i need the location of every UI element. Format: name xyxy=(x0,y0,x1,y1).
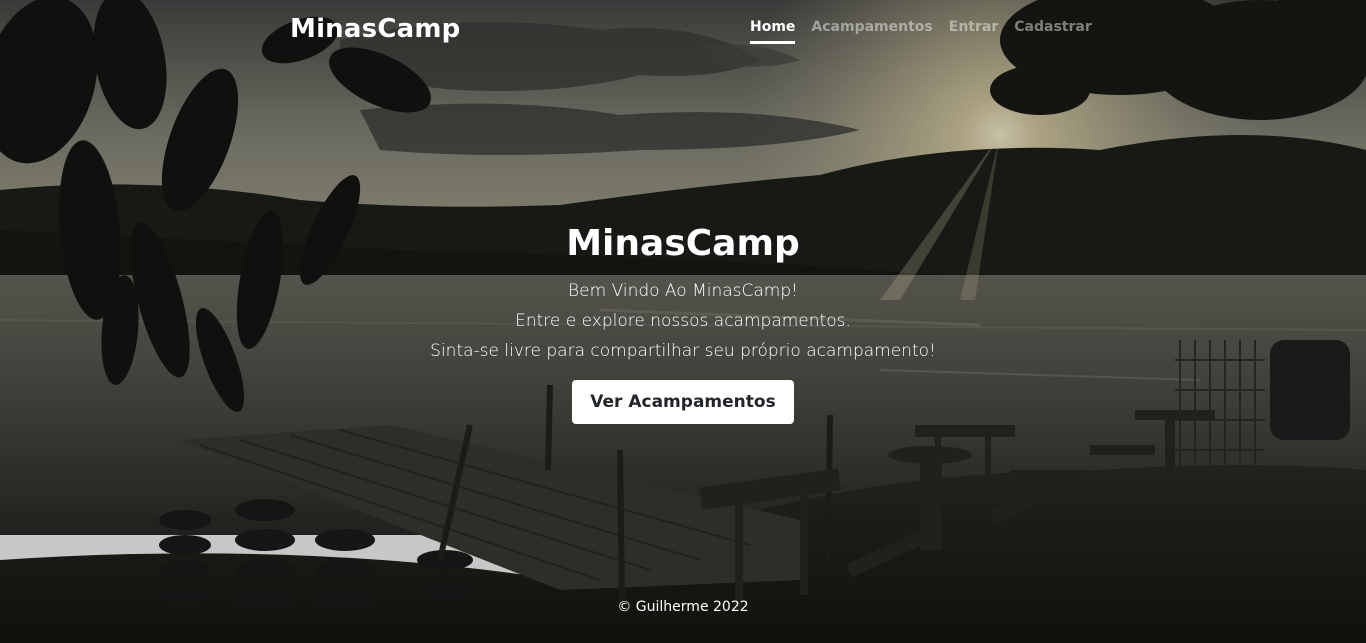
view-camps-button[interactable]: Ver Acampamentos xyxy=(572,380,794,424)
hero-line-explore: Entre e explore nossos acampamentos. xyxy=(515,311,851,331)
hero-line-share: Sinta-se livre para compartilhar seu pró… xyxy=(430,341,936,361)
nav-links: Home Acampamentos Entrar Cadastrar xyxy=(750,19,1092,44)
navbar: MinasCamp Home Acampamentos Entrar Cadas… xyxy=(0,0,1366,64)
nav-home[interactable]: Home xyxy=(750,19,796,44)
nav-login[interactable]: Entrar xyxy=(949,19,998,44)
hero-section: MinasCamp Bem Vindo Ao MinasCamp! Entre … xyxy=(0,220,1366,424)
hero-title: MinasCamp xyxy=(566,223,800,264)
hero-lead: Bem Vindo Ao MinasCamp! Entre e explore … xyxy=(0,276,1366,366)
nav-camps[interactable]: Acampamentos xyxy=(811,19,932,44)
footer-copyright: © Guilherme 2022 xyxy=(617,599,749,615)
nav-register[interactable]: Cadastrar xyxy=(1014,19,1091,44)
brand-logo[interactable]: MinasCamp xyxy=(290,14,460,44)
hero-line-welcome: Bem Vindo Ao MinasCamp! xyxy=(568,281,798,301)
